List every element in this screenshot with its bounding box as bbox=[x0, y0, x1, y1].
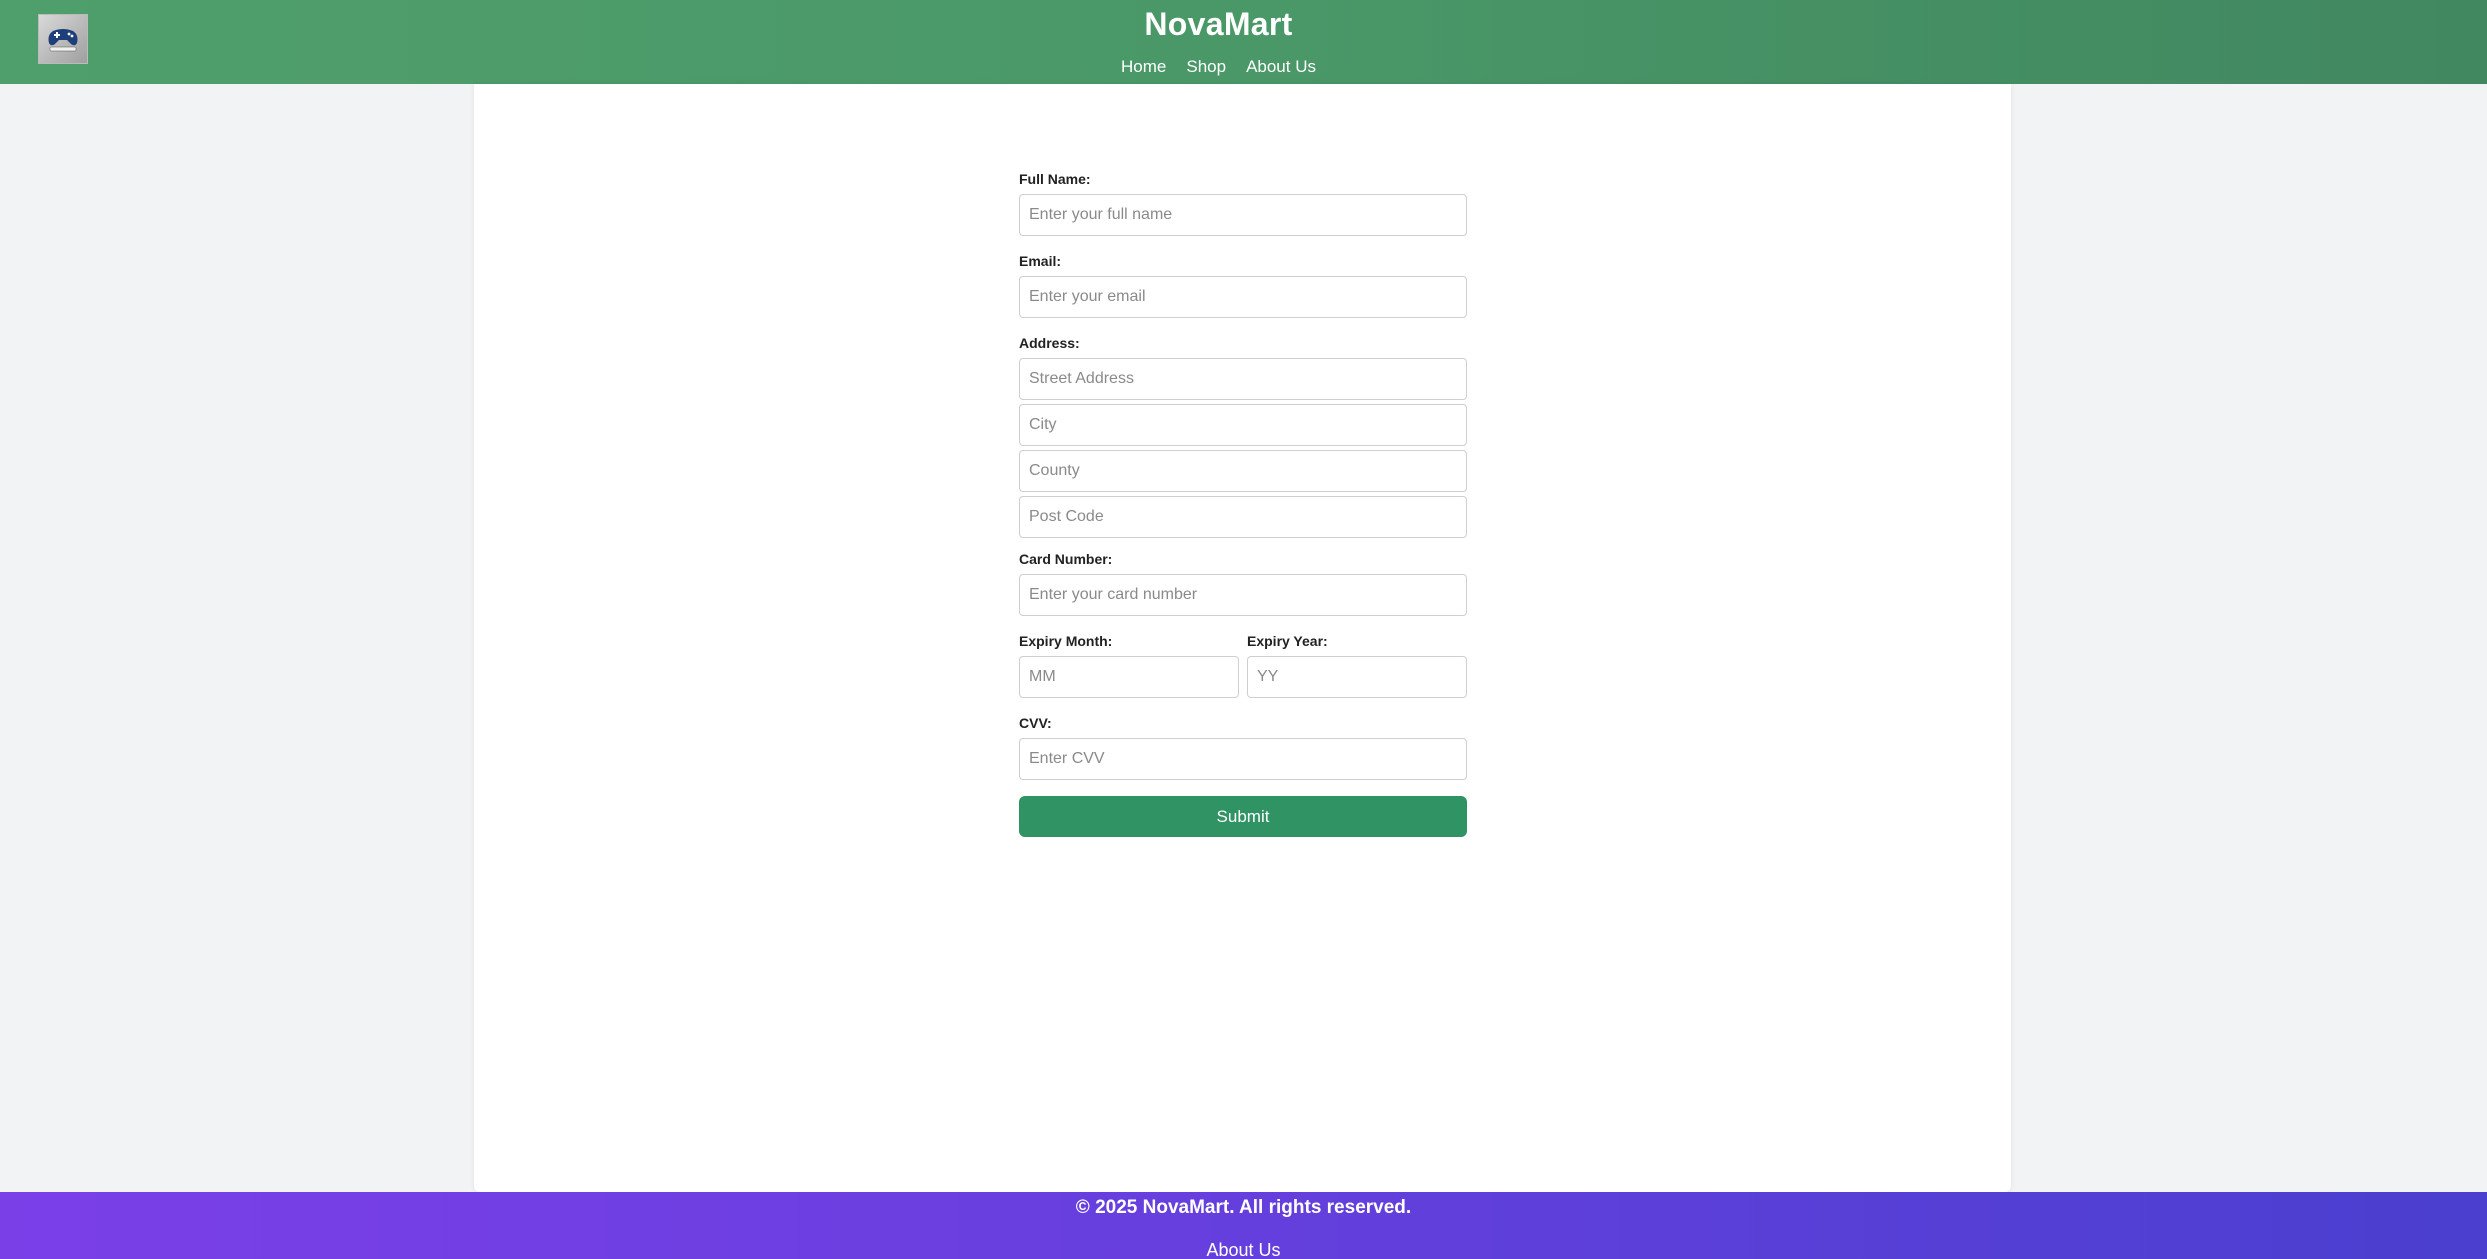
submit-button[interactable]: Submit bbox=[1019, 796, 1467, 837]
nav-shop-link[interactable]: Shop bbox=[1186, 57, 1226, 77]
brand-title: NovaMart bbox=[1144, 6, 1293, 42]
full-name-label: Full Name: bbox=[1019, 171, 1091, 187]
full-name-input[interactable] bbox=[1019, 194, 1467, 236]
nav-home-link[interactable]: Home bbox=[1121, 57, 1166, 77]
cvv-input[interactable] bbox=[1019, 738, 1467, 780]
expiry-year-input[interactable] bbox=[1247, 656, 1467, 698]
main-nav: Home Shop About Us bbox=[0, 57, 2437, 77]
site-footer: © 2025 NovaMart. All rights reserved. Ab… bbox=[0, 1192, 2487, 1259]
county-input[interactable] bbox=[1019, 450, 1467, 492]
cvv-label: CVV: bbox=[1019, 715, 1052, 731]
expiry-month-input[interactable] bbox=[1019, 656, 1239, 698]
expiry-month-label: Expiry Month: bbox=[1019, 633, 1113, 649]
card-number-label: Card Number: bbox=[1019, 551, 1113, 567]
copyright-text: © 2025 NovaMart. All rights reserved. bbox=[1075, 1197, 1412, 1218]
card-number-input[interactable] bbox=[1019, 574, 1467, 616]
nav-about-link[interactable]: About Us bbox=[1246, 57, 1316, 77]
expiry-year-label: Expiry Year: bbox=[1247, 633, 1328, 649]
footer-about-link[interactable]: About Us bbox=[1206, 1240, 1280, 1259]
address-label: Address: bbox=[1019, 335, 1080, 351]
checkout-form: Full Name: Email: Address: Card Number: … bbox=[1019, 170, 1467, 837]
post-code-input[interactable] bbox=[1019, 496, 1467, 538]
email-label: Email: bbox=[1019, 253, 1062, 269]
email-input[interactable] bbox=[1019, 276, 1467, 318]
city-input[interactable] bbox=[1019, 404, 1467, 446]
street-address-input[interactable] bbox=[1019, 358, 1467, 400]
site-header: NovaMart Home Shop About Us bbox=[0, 0, 2487, 84]
